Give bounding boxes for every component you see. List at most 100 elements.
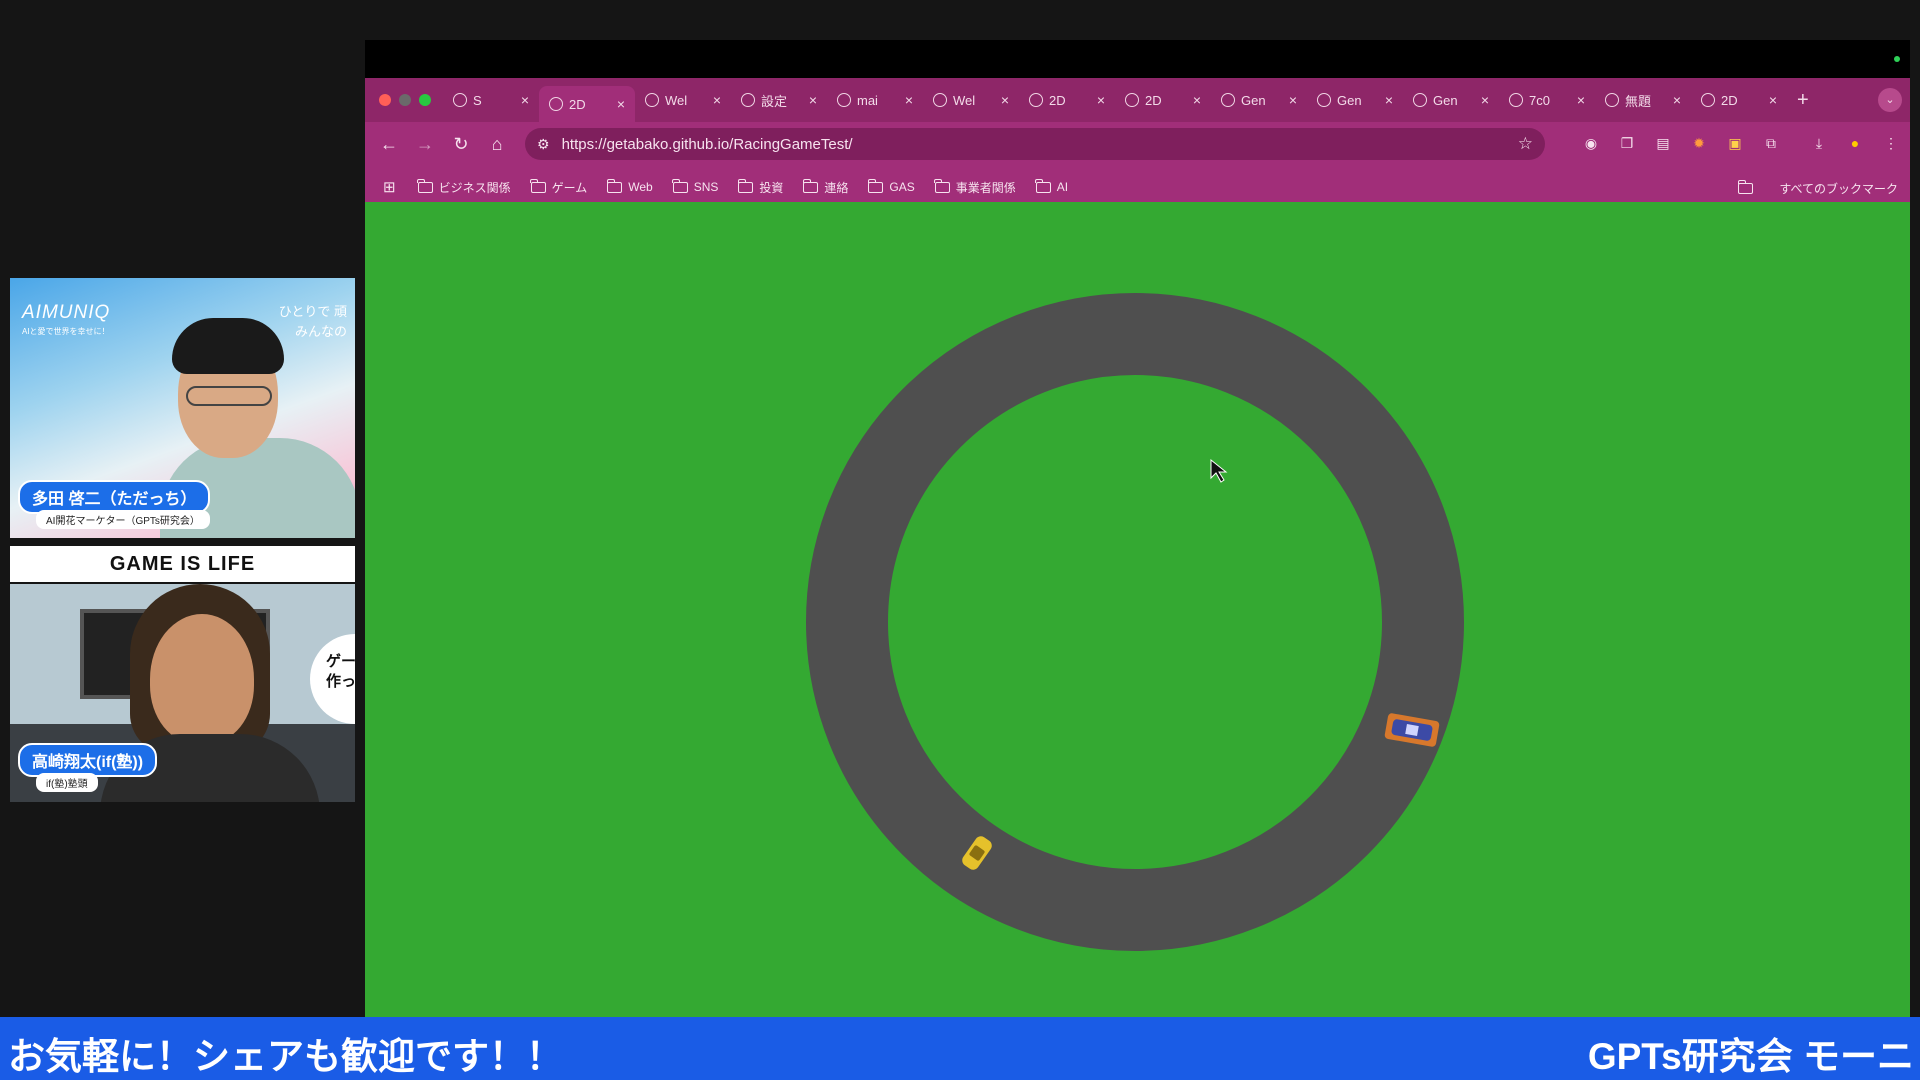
- bookmark-folder[interactable]: ビジネス関係: [417, 178, 511, 196]
- fullscreen-window-icon[interactable]: [419, 94, 431, 106]
- bookmark-folder[interactable]: 投資: [737, 178, 784, 196]
- site-info-icon[interactable]: ⚙: [537, 136, 550, 153]
- browser-window: S × 2D × Wel × 設定 × mai × Wel × 2D × 2D × Gen × Gen × Gen × 7c…: [365, 40, 1910, 1017]
- tab-title: 2D: [1049, 92, 1066, 108]
- tab-close-icon[interactable]: ×: [521, 92, 529, 108]
- download-icon[interactable]: ⤓: [1806, 130, 1832, 156]
- bookmark-folder[interactable]: SNS: [672, 178, 719, 194]
- tab-title: 7c0: [1529, 92, 1550, 108]
- browser-tab[interactable]: 設定 ×: [731, 84, 827, 116]
- window-extension-icon[interactable]: ▤: [1650, 130, 1676, 156]
- tab-close-icon[interactable]: ×: [1097, 92, 1105, 108]
- close-window-icon[interactable]: [379, 94, 391, 106]
- browser-tab[interactable]: 2D ×: [1691, 84, 1787, 116]
- folder-icon: [802, 178, 819, 193]
- tab-close-icon[interactable]: ×: [809, 92, 817, 108]
- url-text[interactable]: https://getabako.github.io/RacingGameTes…: [562, 136, 1518, 153]
- back-button[interactable]: ←: [371, 126, 407, 162]
- aimuniq-logo: AIMUNIQ: [22, 302, 111, 323]
- browser-tab[interactable]: 2D ×: [1115, 84, 1211, 116]
- bookmark-folder[interactable]: 連絡: [802, 178, 848, 196]
- glasses: [186, 386, 272, 406]
- recording-indicator-icon: [1894, 56, 1900, 62]
- camera-extension-icon[interactable]: ◉: [1578, 130, 1604, 156]
- bookmark-star-icon[interactable]: ☆: [1518, 134, 1533, 154]
- bookmark-label: Web: [628, 180, 653, 194]
- tab-close-icon[interactable]: ×: [1193, 92, 1201, 108]
- browser-tab[interactable]: mai ×: [827, 84, 923, 116]
- bookmark-folder-list: ビジネス関係 ゲーム Web SNS 投資 連絡 GAS 事業者関係 AI: [417, 178, 1089, 196]
- browser-tab[interactable]: 無題 ×: [1595, 84, 1691, 116]
- folder-icon: [606, 178, 623, 193]
- globe-icon: [1029, 93, 1043, 107]
- tab-close-icon[interactable]: ×: [1001, 92, 1009, 108]
- more-menu-icon[interactable]: ⋮: [1878, 130, 1904, 156]
- home-button[interactable]: ⌂: [479, 126, 515, 162]
- apps-grid-icon[interactable]: ⊞: [383, 178, 396, 196]
- bookmark-label: 投資: [759, 180, 784, 195]
- tab-search-button[interactable]: ⌄: [1878, 88, 1902, 112]
- tab-close-icon[interactable]: ×: [1481, 92, 1489, 108]
- tab-title: S: [473, 92, 482, 108]
- guest-title-plate: if(塾)塾頭: [36, 773, 98, 792]
- minimize-window-icon[interactable]: [399, 94, 411, 106]
- tagline-line-1: ひとりで 頑: [278, 304, 347, 319]
- forward-button[interactable]: →: [407, 126, 443, 162]
- media-extension-icon[interactable]: ▣: [1722, 130, 1748, 156]
- all-bookmarks-folder[interactable]: すべてのブックマーク: [1737, 180, 1898, 197]
- guest-face: [150, 614, 254, 744]
- bubble-line-1: ゲー: [326, 653, 355, 670]
- game-is-life-banner: GAME IS LIFE: [10, 546, 355, 582]
- browser-tab[interactable]: S ×: [443, 84, 539, 116]
- bookmark-folder[interactable]: 事業者関係: [934, 178, 1016, 196]
- tab-close-icon[interactable]: ×: [1577, 92, 1585, 108]
- browser-tab[interactable]: Wel ×: [635, 84, 731, 116]
- openai-icon: [1221, 93, 1235, 107]
- bookmark-label: AI: [1056, 180, 1069, 194]
- address-bar[interactable]: ⚙ https://getabako.github.io/RacingGameT…: [525, 128, 1545, 160]
- globe-icon: [1125, 93, 1139, 107]
- tab-close-icon[interactable]: ×: [713, 92, 721, 108]
- browser-tab[interactable]: 2D ×: [1019, 84, 1115, 116]
- bookmark-folder[interactable]: ゲーム: [530, 178, 587, 196]
- browser-tab[interactable]: Gen ×: [1307, 84, 1403, 116]
- bookmark-folder[interactable]: AI: [1035, 178, 1069, 194]
- browser-tab[interactable]: 2D ×: [539, 86, 635, 122]
- puzzle-extensions-icon[interactable]: ⧉: [1758, 130, 1784, 156]
- webcam-panel-guest: ゲー 作って 高崎翔太(if(塾)) if(塾)塾頭: [10, 584, 355, 802]
- browser-tab[interactable]: Gen ×: [1403, 84, 1499, 116]
- racing-game-canvas[interactable]: [365, 202, 1910, 1017]
- bookmark-folder[interactable]: Web: [606, 178, 653, 194]
- browser-tab[interactable]: Wel ×: [923, 84, 1019, 116]
- fox-extension-icon[interactable]: ✹: [1686, 130, 1712, 156]
- background-tagline: ひとりで 頑 みんなの: [279, 302, 347, 342]
- tab-close-icon[interactable]: ×: [1385, 92, 1393, 108]
- browser-tab[interactable]: 7c0 ×: [1499, 84, 1595, 116]
- tab-close-icon[interactable]: ×: [905, 92, 913, 108]
- webcam-panel-host: AIMUNIQ AIと愛で世界を幸せに！ ひとりで 頑 みんなの 多田 啓二（た…: [10, 278, 355, 538]
- profile-avatar-icon[interactable]: ●: [1842, 130, 1868, 156]
- tab-close-icon[interactable]: ×: [617, 96, 625, 112]
- host-nameplate: 多田 啓二（ただっち）: [18, 480, 211, 514]
- race-track: [806, 293, 1464, 951]
- browser-tab[interactable]: Gen ×: [1211, 84, 1307, 116]
- openai-icon: [1413, 93, 1427, 107]
- new-tab-button[interactable]: +: [1787, 89, 1819, 112]
- all-bookmarks-label: すべてのブックマーク: [1779, 182, 1898, 196]
- bookmark-folder[interactable]: GAS: [867, 178, 915, 194]
- stream-frame: AIMUNIQ AIと愛で世界を幸せに！ ひとりで 頑 みんなの 多田 啓二（た…: [0, 0, 1920, 1080]
- mouse-cursor-icon: [1210, 458, 1228, 483]
- ticker-show-title: GPTs研究会 モーニ: [1587, 1036, 1914, 1077]
- tab-close-icon[interactable]: ×: [1289, 92, 1297, 108]
- bookmark-label: SNS: [693, 180, 719, 194]
- copy-extension-icon[interactable]: ❐: [1614, 130, 1640, 156]
- bookmark-label: GAS: [889, 180, 915, 194]
- folder-icon: [417, 178, 433, 193]
- game-favicon-icon: [453, 93, 467, 107]
- tab-title: 2D: [569, 96, 586, 112]
- navigation-toolbar: ← → ↻ ⌂ ⚙ https://getabako.github.io/Rac…: [365, 122, 1910, 166]
- tab-title: mai: [857, 92, 878, 108]
- tab-close-icon[interactable]: ×: [1673, 92, 1681, 108]
- tab-close-icon[interactable]: ×: [1769, 92, 1777, 108]
- reload-button[interactable]: ↻: [443, 126, 479, 162]
